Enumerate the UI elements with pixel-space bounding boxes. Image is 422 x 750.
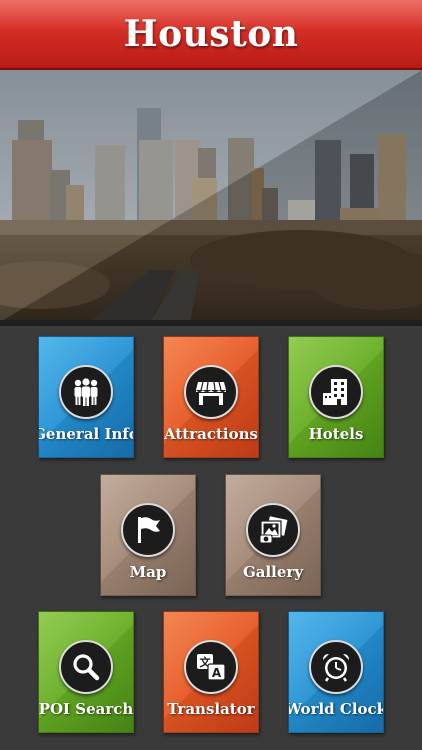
attractions-button[interactable]: Attractions bbox=[163, 336, 259, 458]
people-icon bbox=[59, 365, 113, 419]
city-skyline-photo bbox=[0, 70, 422, 322]
hotels-button[interactable]: Hotels bbox=[288, 336, 384, 458]
general-info-button[interactable]: General Info bbox=[38, 336, 134, 458]
storefront-icon bbox=[184, 365, 238, 419]
hotels-label: Hotels bbox=[308, 425, 364, 443]
attractions-label: Attractions bbox=[164, 425, 258, 443]
translator-label: Translator bbox=[167, 700, 255, 718]
hero-divider bbox=[0, 320, 422, 326]
search-icon bbox=[59, 640, 113, 694]
translator-button[interactable]: 文 A Translator bbox=[163, 611, 259, 733]
poi-search-button[interactable]: POI Search bbox=[38, 611, 134, 733]
gallery-button[interactable]: Gallery bbox=[225, 474, 321, 596]
translate-icon: 文 A bbox=[184, 640, 238, 694]
building-icon bbox=[309, 365, 363, 419]
world-clock-button[interactable]: World Clock bbox=[288, 611, 384, 733]
map-label: Map bbox=[129, 563, 167, 581]
map-button[interactable]: Map bbox=[100, 474, 196, 596]
alarm-clock-icon bbox=[309, 640, 363, 694]
app-title: Houston bbox=[123, 13, 299, 55]
app-header: Houston bbox=[0, 0, 422, 70]
svg-text:A: A bbox=[212, 666, 222, 680]
gallery-label: Gallery bbox=[242, 563, 304, 581]
world-clock-label: World Clock bbox=[288, 700, 384, 718]
general-info-label: General Info bbox=[38, 425, 134, 443]
poi-search-label: POI Search bbox=[38, 700, 134, 718]
flag-icon bbox=[121, 503, 175, 557]
photos-icon bbox=[246, 503, 300, 557]
